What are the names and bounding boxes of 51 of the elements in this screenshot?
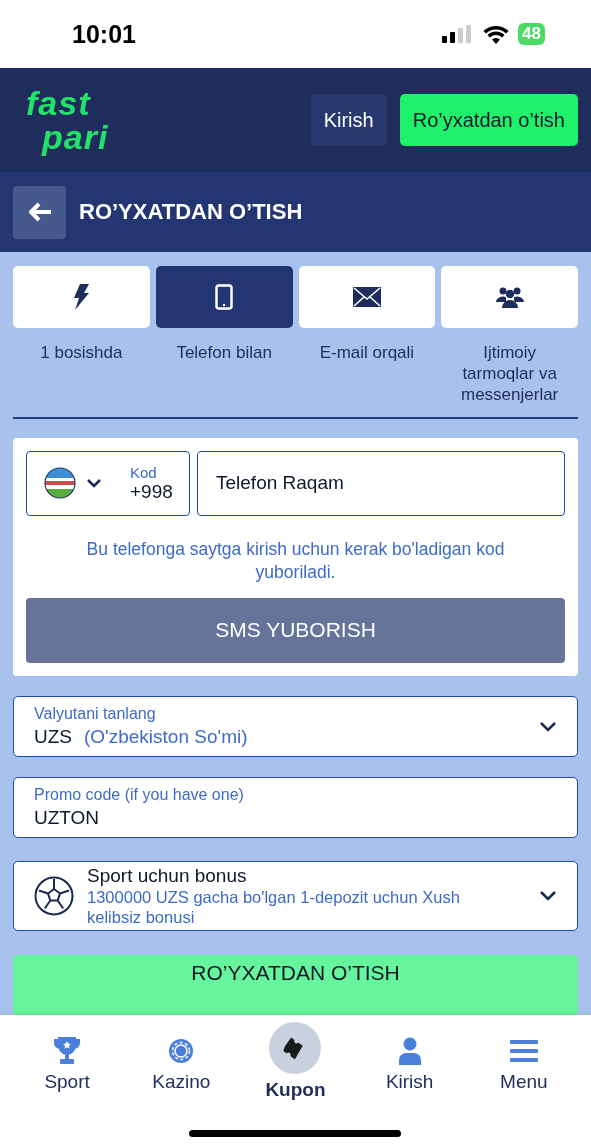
- country-code-select[interactable]: Kod +998: [26, 450, 190, 516]
- method-label: Telefon bilan: [175, 342, 273, 363]
- promo-value: UZTON: [34, 806, 101, 829]
- login-button[interactable]: Kirish: [310, 94, 387, 146]
- nav-tab[interactable]: Sport: [22, 1023, 113, 1101]
- smartphone-icon: [215, 284, 234, 310]
- menu-icon: [509, 1040, 538, 1062]
- nav-tab[interactable]: Menu: [478, 1023, 569, 1101]
- method-tab[interactable]: [298, 266, 436, 328]
- page-title: RO’YXATDAN O’TISH: [79, 199, 303, 225]
- flag-icon: [44, 467, 76, 500]
- back-arrow-icon: [26, 202, 53, 222]
- hint-text: Bu telefonga saytga kirish uchun kerak bo'ladigan kod yuboriladi.: [85, 537, 506, 584]
- code-value: +998: [130, 480, 173, 503]
- method-label: E-mail orqali: [318, 342, 416, 363]
- bonus-select[interactable]: Sport uchun bonus 1300000 UZS gacha bo'lgan 1-depozit uchun Xush kelibsiz bonusi: [13, 860, 578, 931]
- bonus-title: Sport uchun bonus: [87, 864, 248, 887]
- ticket-icon: [269, 1022, 322, 1074]
- envelope-icon: [352, 287, 381, 307]
- soccer-ball-icon: [34, 875, 74, 916]
- currency-name: (O'zbekiston So'mi): [84, 725, 248, 748]
- people-icon: [495, 286, 524, 308]
- wifi-icon: [483, 24, 510, 44]
- promo-field[interactable]: Promo code (if you have one) UZTON: [13, 776, 578, 838]
- chevron-down-icon: [539, 720, 557, 732]
- trophy-icon: [53, 1037, 82, 1065]
- chevron-down-icon: [539, 890, 557, 902]
- method-label: 1 bosishda: [39, 342, 124, 363]
- currency-label: Valyutani tanlang: [34, 704, 157, 723]
- bonus-description: 1300000 UZS gacha bo'lgan 1-depozit uchun Xush kelibsiz bonusi: [87, 886, 461, 927]
- clock-time: 10:01: [72, 19, 136, 49]
- method-label: Ijtimoiy tarmoqlar va messenjerlar: [459, 342, 560, 405]
- battery-level: 48: [518, 23, 545, 45]
- nav-tab[interactable]: Kupon: [250, 1023, 341, 1101]
- currency-select[interactable]: Valyutani tanlang UZS (O'zbekiston So'mi): [13, 695, 578, 757]
- chevron-down-icon: [86, 478, 102, 489]
- person-icon: [397, 1037, 422, 1065]
- code-label: Kod: [130, 463, 158, 481]
- casino-chip-icon: [168, 1038, 195, 1064]
- promo-label: Promo code (if you have one): [34, 785, 245, 804]
- nav-tab[interactable]: Kazino: [136, 1023, 227, 1101]
- lightning-icon: [72, 284, 91, 310]
- currency-code: UZS: [34, 725, 72, 748]
- submit-button[interactable]: RO’YXATDAN O’TISH: [13, 955, 578, 1015]
- back-button[interactable]: [13, 185, 66, 239]
- method-tab[interactable]: [155, 266, 293, 328]
- method-tab[interactable]: [441, 266, 578, 328]
- phone-input[interactable]: Telefon Raqam: [197, 450, 565, 516]
- register-button[interactable]: Ro’yxatdan o’tish: [399, 94, 578, 146]
- nav-tab[interactable]: Kirish: [364, 1023, 455, 1101]
- logo: fast pari: [26, 86, 110, 154]
